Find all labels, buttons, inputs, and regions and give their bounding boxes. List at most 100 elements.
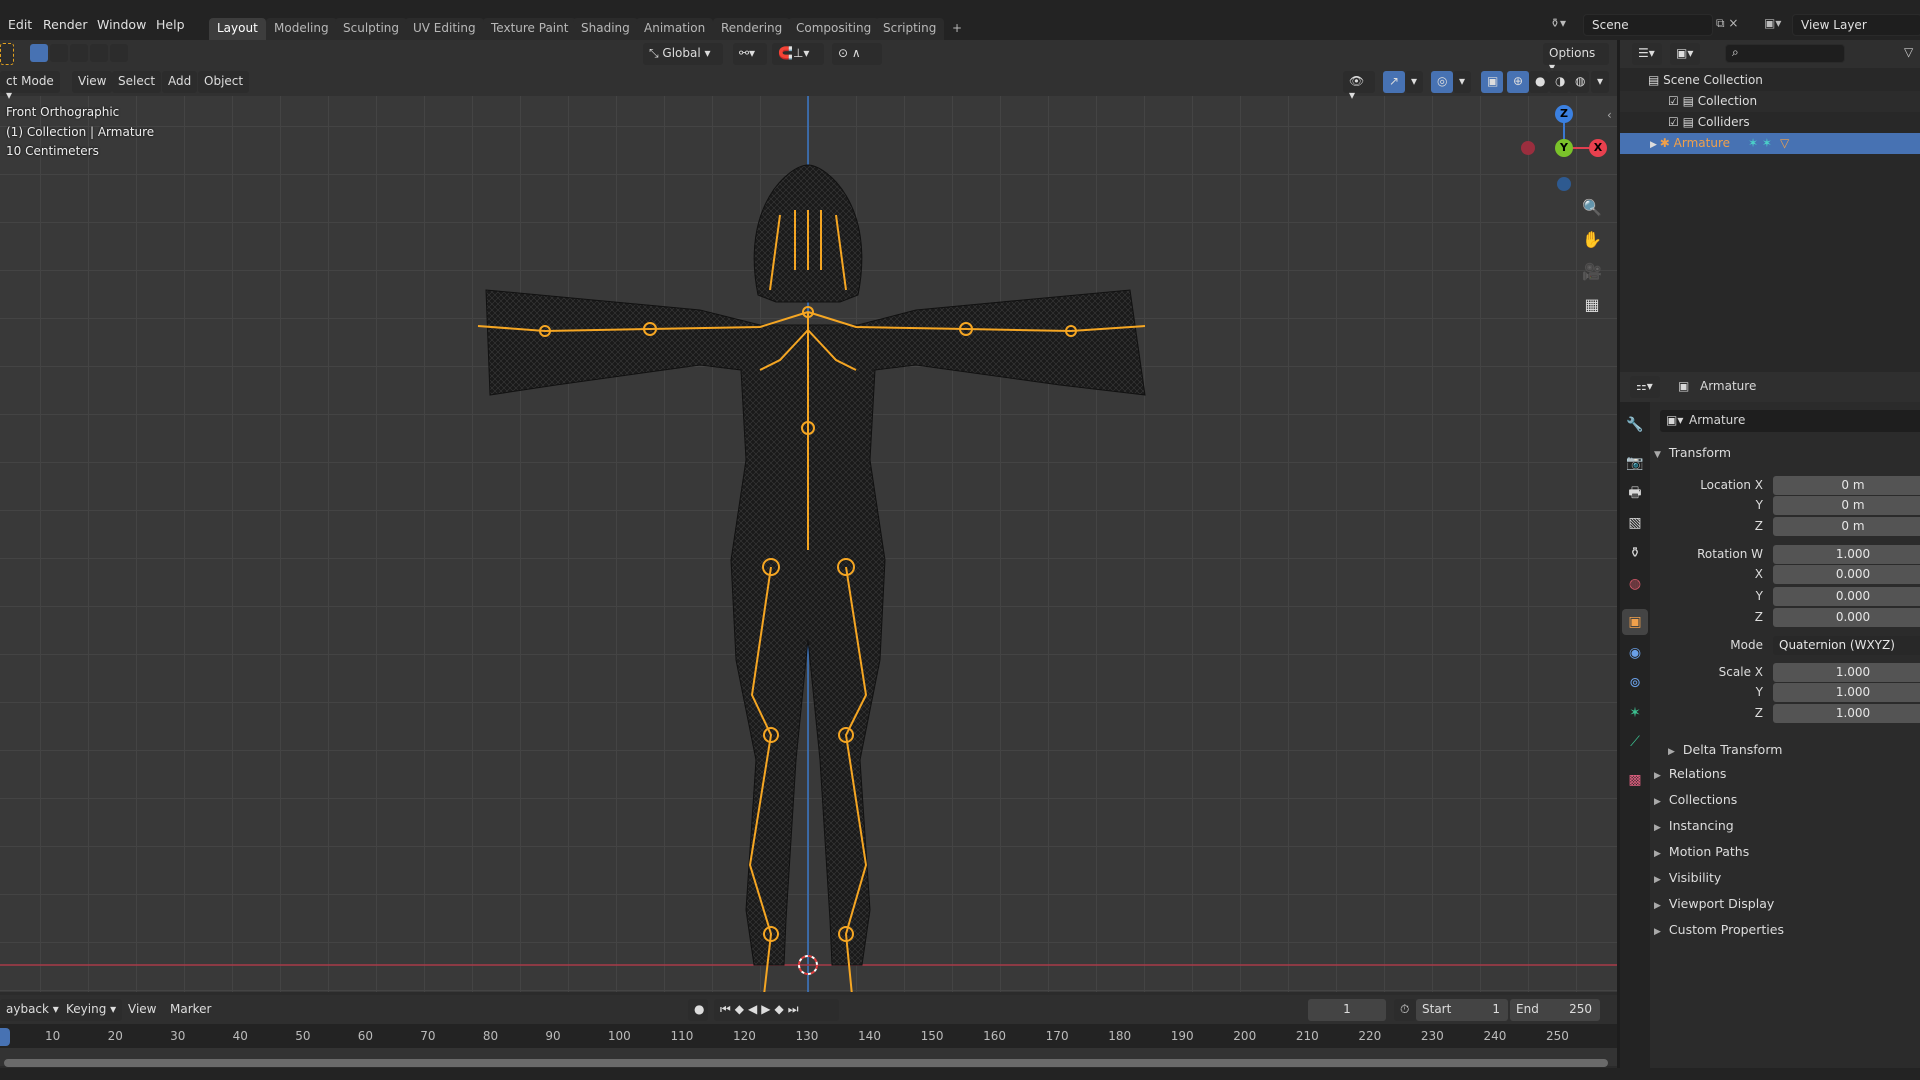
constraints-tab-icon[interactable]: ⊚ [1622,670,1648,696]
zoom-icon[interactable]: 🔍 [1580,196,1604,220]
keying-menu[interactable]: Keying ▾ [60,999,123,1021]
3d-viewport[interactable]: ⤡ Global ▾ ⚯▾ 🧲⊥▾ ⊙ ∧ Options ▾ ct Mode … [0,40,1617,992]
object-datablock-icon[interactable]: ▣▾ [1666,413,1683,427]
menu-edit[interactable]: Edit [8,17,32,32]
tab-shading[interactable]: Shading [573,18,638,40]
scene-selector[interactable]: Scene [1583,14,1713,36]
physics-tab-icon[interactable]: ◉ [1622,640,1648,666]
tab-animation[interactable]: Animation [636,18,714,40]
grid-toggle-icon[interactable]: ▦ [1580,293,1604,317]
transform-value-field[interactable]: 1.000 [1773,704,1920,723]
filter-icon[interactable]: ▽ [1904,45,1913,59]
world-tab-icon[interactable]: ◍ [1622,571,1648,597]
expand-arrow-icon[interactable]: ▶ [1650,140,1660,150]
tab-compositing[interactable]: Compositing [788,18,880,40]
stopwatch-icon[interactable]: ⏱ [1394,999,1416,1021]
tab-layout[interactable]: Layout [209,18,266,40]
object-tab-icon[interactable]: ▣ [1622,609,1648,635]
render-tab-icon[interactable]: 📷 [1622,450,1648,476]
end-frame-field[interactable]: End 250 [1510,999,1600,1021]
camera-view-icon[interactable]: 🎥 [1580,260,1604,284]
panel-instancing[interactable]: ▶ Instancing [1654,818,1734,833]
view-layer-filter-dropdown[interactable]: ▣▾ [1670,43,1700,65]
transform-panel-header[interactable]: ▼ Transform [1654,445,1731,460]
field-label: Location X [1700,478,1763,492]
transform-value-field[interactable]: 1.000 [1773,545,1920,564]
panel-visibility[interactable]: ▶ Visibility [1654,870,1721,885]
transform-value-field[interactable]: 0 m [1773,496,1920,515]
outliner-item-colliders[interactable]: ☑ ▤ Colliders [1620,112,1920,133]
bone-tab-icon[interactable]: ⟋ [1622,729,1648,755]
copy-scene-icon[interactable]: ⧉ × [1716,16,1738,31]
frame-tick-label: 60 [357,1029,374,1043]
timeline: ayback ▾ Keying ▾ View Marker ● ⏮◆◀▶◆⏭ 1… [0,992,1617,1068]
object-name-field[interactable]: ▣▾ Armature [1660,410,1920,432]
transform-value-field[interactable]: 0.000 [1773,608,1920,627]
playback-menu[interactable]: ayback ▾ [0,999,65,1021]
view-layer-selector[interactable]: View Layer [1792,14,1920,36]
outliner-search-input[interactable]: ⌕ [1725,44,1845,63]
tab-scripting[interactable]: Scripting [875,18,945,40]
transform-value-field[interactable]: 0 m [1773,517,1920,536]
menu-help[interactable]: Help [156,17,185,32]
gizmo-z[interactable]: Z [1555,105,1573,123]
sidebar-expand-icon[interactable]: ‹ [1607,108,1612,122]
checkbox-icon[interactable]: ☑ [1668,94,1683,108]
transform-value-field[interactable]: 0.000 [1773,565,1920,584]
timeline-view-menu[interactable]: View [122,999,162,1021]
tab-modeling[interactable]: Modeling [266,18,337,40]
outliner-item-collection[interactable]: ☑ ▤ Collection [1620,91,1920,112]
frame-tick-label: 140 [858,1029,881,1043]
tab-rendering[interactable]: Rendering [713,18,791,40]
gizmo-y[interactable]: Y [1555,139,1573,157]
item-label: Scene Collection [1663,73,1763,87]
current-frame-field[interactable]: 1 [1308,999,1386,1021]
playback-controls[interactable]: ⏮◆◀▶◆⏭ [714,999,839,1021]
menu-window[interactable]: Window [97,17,146,32]
pan-hand-icon[interactable]: ✋ [1580,228,1604,252]
armature-data-tab-icon[interactable]: ✶ [1622,700,1648,726]
panel-collections[interactable]: ▶ Collections [1654,792,1737,807]
frame-tick-label: 250 [1546,1029,1569,1043]
scene-tab-icon[interactable]: ⚱ [1622,540,1648,566]
outliner-item-scene-collection[interactable]: ▤ Scene Collection [1620,70,1920,91]
marker-menu[interactable]: Marker [164,999,217,1021]
view-layer-icon[interactable]: ▣▾ [1764,16,1781,30]
outliner-item-armature[interactable]: ▶ ✱ Armature ✶ ✶ ▽ [1620,133,1920,154]
tab-sculpting[interactable]: Sculpting [335,18,408,40]
tab-texture-paint[interactable]: Texture Paint [483,18,577,40]
menu-render[interactable]: Render [43,17,88,32]
tool-tab-icon[interactable]: 🔧 [1622,412,1648,438]
frame-ruler[interactable]: 10 20 30 40 50 60 70 80 90 100 110 120 130 140 150 160 1… [0,1024,1617,1048]
transform-value-field[interactable]: 1.000 [1773,683,1920,702]
editor-type-dropdown[interactable]: ⚏▾ [1630,376,1660,398]
transform-value-field[interactable]: 0 m [1773,476,1920,495]
transform-value-field[interactable]: 0.000 [1773,587,1920,606]
scene-icon[interactable]: ⚱▾ [1550,16,1566,30]
panel-relations[interactable]: ▶ Relations [1654,766,1726,781]
panel-viewport-display[interactable]: ▶ Viewport Display [1654,896,1774,911]
gizmo-neg-x [1521,141,1535,155]
output-tab-icon[interactable]: 🖶 [1622,480,1648,506]
field-label: Z [1754,610,1763,624]
timeline-scrollbar[interactable] [4,1059,1608,1067]
view-layer-tab-icon[interactable]: ▧ [1622,510,1648,536]
panel-custom-properties[interactable]: ▶ Custom Properties [1654,922,1784,937]
frame-tick-label: 120 [732,1029,756,1043]
frame-tick-label: 240 [1483,1029,1507,1043]
playhead[interactable] [0,1028,10,1046]
tab-uv-editing[interactable]: UV Editing [405,18,484,40]
top-bar: Edit Render Window Help Layout Modeling … [0,0,1920,40]
add-workspace-button[interactable]: + [944,18,970,40]
start-frame-field[interactable]: Start 1 [1416,999,1508,1021]
properties-context: Armature [1700,379,1757,393]
record-icon[interactable]: ● [688,999,708,1021]
delta-transform-panel[interactable]: ▶ Delta Transform [1668,742,1782,757]
rotation-mode-dropdown[interactable]: Quaternion (WXYZ) [1773,636,1920,655]
gizmo-x[interactable]: X [1589,139,1607,157]
checkbox-icon[interactable]: ☑ [1668,115,1683,129]
display-mode-dropdown[interactable]: ☰▾ [1632,43,1662,65]
transform-value-field[interactable]: 1.000 [1773,663,1920,682]
panel-motion-paths[interactable]: ▶ Motion Paths [1654,844,1749,859]
texture-tab-icon[interactable]: ▩ [1622,767,1648,793]
